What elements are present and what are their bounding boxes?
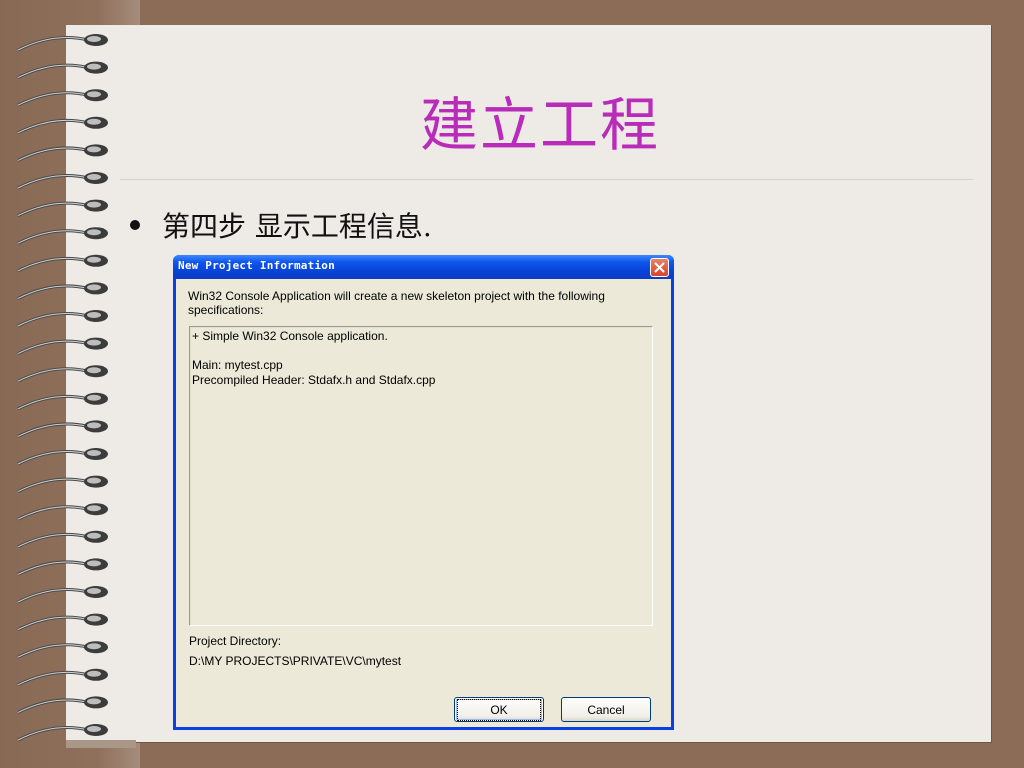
dialog-title: New Project Information: [178, 259, 335, 272]
bullet-item: 第四步 显示工程信息.: [130, 205, 432, 245]
ok-button-label: OK: [457, 698, 541, 721]
project-directory-label: Project Directory:: [189, 634, 282, 648]
project-directory-value: D:\MY PROJECTS\PRIVATE\VC\mytest: [189, 654, 402, 668]
dialog-body: Win32 Console Application will create a …: [176, 279, 671, 727]
dialog-titlebar[interactable]: New Project Information: [173, 255, 674, 279]
bullet-dot-icon: [130, 220, 140, 230]
project-info-box[interactable]: + Simple Win32 Console application. Main…: [189, 326, 653, 626]
cancel-button[interactable]: Cancel: [561, 697, 651, 722]
new-project-information-dialog: New Project Information Win32 Console Ap…: [173, 255, 674, 730]
spiral-binding-icon: [17, 34, 108, 742]
close-icon: [654, 262, 665, 273]
cancel-button-label: Cancel: [587, 702, 625, 717]
close-button[interactable]: [650, 258, 669, 277]
ok-button[interactable]: OK: [454, 697, 544, 722]
project-info-text: + Simple Win32 Console application. Main…: [192, 329, 436, 387]
dialog-description: Win32 Console Application will create a …: [188, 289, 605, 317]
bullet-text: 第四步 显示工程信息.: [162, 210, 432, 243]
title-divider: [120, 179, 973, 180]
slide-title: 建立工程: [420, 91, 661, 159]
